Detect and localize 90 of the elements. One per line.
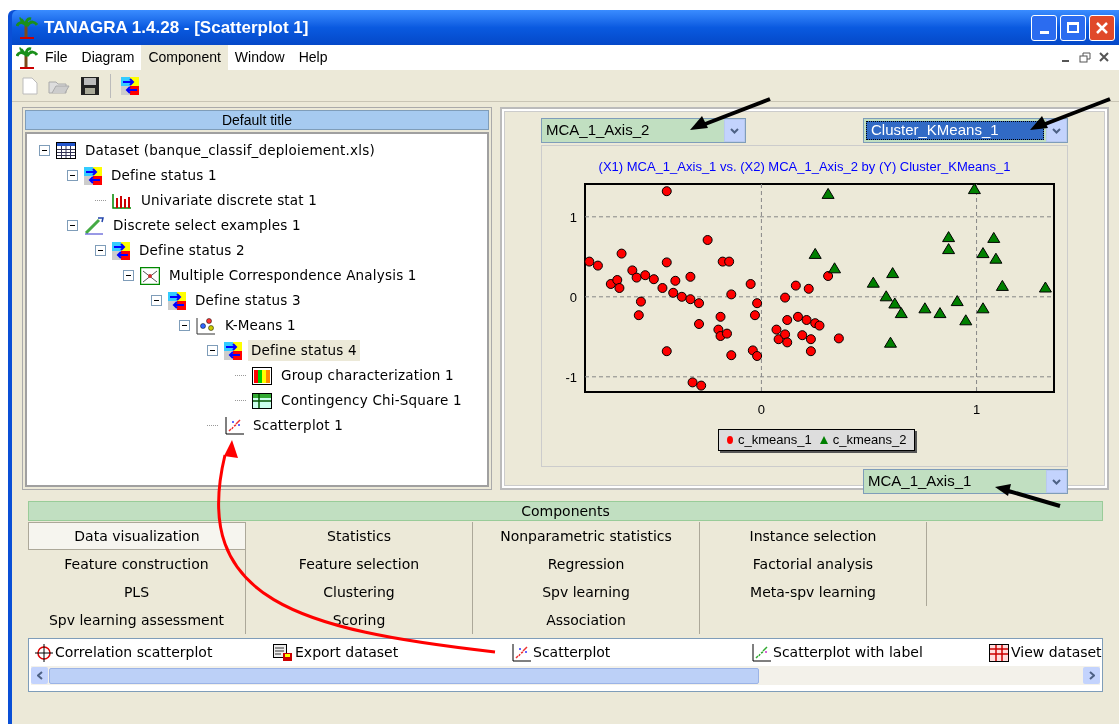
collapse-toggle[interactable] <box>151 295 162 306</box>
tree-item[interactable]: Define status 3 <box>192 290 304 311</box>
menu-item[interactable]: Component <box>141 45 228 70</box>
annotation-arrow <box>995 484 1061 508</box>
category-tab[interactable]: Regression <box>473 550 700 578</box>
horizontal-scrollbar[interactable] <box>31 666 1100 685</box>
arrows-grid-icon <box>168 291 186 310</box>
tree-item[interactable]: Contingency Chi-Square 1 <box>278 390 465 411</box>
menu-item[interactable]: Diagram <box>74 45 142 70</box>
tree-item[interactable]: Multiple Correspondence Analysis 1 <box>166 265 420 286</box>
category-tab[interactable]: Instance selection <box>700 522 927 550</box>
tree-item[interactable]: K-Means 1 <box>222 315 299 336</box>
table-view-icon <box>989 643 1009 662</box>
category-tab[interactable]: Association <box>473 606 700 634</box>
arrows-grid-icon <box>84 166 102 185</box>
collapse-toggle[interactable] <box>67 170 78 181</box>
y-tick-label: 1 <box>569 209 577 225</box>
pen-icon <box>84 216 104 235</box>
save-icon[interactable] <box>80 75 100 96</box>
tool-entry[interactable]: Scatterplot <box>511 642 751 663</box>
scatter-icon <box>751 643 771 662</box>
diagram-title: Default title <box>25 110 489 130</box>
scatter-icon <box>511 643 531 662</box>
window-title: TANAGRA 1.4.28 - [Scatterplot 1] <box>44 16 309 39</box>
tree-item[interactable]: Define status 1 <box>108 165 220 186</box>
restore-icon[interactable] <box>1079 52 1091 63</box>
collapse-toggle[interactable] <box>207 345 218 356</box>
scatter-icon <box>224 416 244 435</box>
arrows-grid-icon <box>121 76 139 95</box>
category-tab[interactable]: Nonparametric statistics <box>473 522 700 550</box>
collapse-toggle[interactable] <box>123 270 134 281</box>
category-tab[interactable]: Statistics <box>246 522 473 550</box>
palm-tree-icon <box>16 46 38 69</box>
category-tab[interactable]: Meta-spv learning <box>700 578 927 606</box>
close-button[interactable] <box>1089 14 1115 41</box>
export-icon <box>273 643 293 662</box>
tool-entry[interactable]: View dataset <box>989 642 1102 663</box>
collapse-toggle[interactable] <box>179 320 190 331</box>
y-tick-label: -1 <box>565 369 577 385</box>
category-tab[interactable]: Feature construction <box>28 550 246 578</box>
tool-entry[interactable]: Correlation scatterplot <box>35 642 273 663</box>
minimize-button[interactable] <box>1031 14 1057 41</box>
collapse-toggle[interactable] <box>95 245 106 256</box>
x-tick-label: 1 <box>972 402 981 417</box>
menu-item[interactable]: Window <box>227 45 292 70</box>
x-tick-label: 0 <box>757 402 766 417</box>
components-header: Components <box>28 501 1103 521</box>
category-tab[interactable]: Scoring <box>246 606 473 634</box>
tree-item[interactable]: Dataset (banque_classif_deploiement.xls) <box>82 140 378 161</box>
arrows-grid-icon <box>224 341 242 360</box>
category-tab[interactable]: Data visualization <box>28 522 246 550</box>
tree-item[interactable]: Discrete select examples 1 <box>110 215 304 236</box>
tree-item[interactable]: Univariate discrete stat 1 <box>138 190 321 211</box>
tree-item[interactable]: Group characterization 1 <box>278 365 457 386</box>
tool-entry[interactable]: Export dataset <box>273 642 511 663</box>
clusters-icon <box>196 316 216 335</box>
bar-chart-icon <box>112 192 132 209</box>
y-tick-label: 0 <box>569 289 577 305</box>
menu-item[interactable]: File <box>38 45 75 70</box>
scroll-thumb[interactable] <box>49 667 759 684</box>
chart-title: (X1) MCA_1_Axis_1 vs. (X2) MCA_1_Axis_2 by (Y) Cluster_KMeans_1 <box>598 159 1011 174</box>
category-tab[interactable]: Factorial analysis <box>700 550 927 578</box>
maximize-button[interactable] <box>1060 14 1086 41</box>
legend-label: c_kmeans_1 <box>738 431 812 450</box>
collapse-toggle[interactable] <box>67 220 78 231</box>
arrows-grid-icon <box>112 241 130 260</box>
close-icon[interactable] <box>1099 52 1109 62</box>
color-bars-icon <box>252 366 272 385</box>
tree-item[interactable]: Scatterplot 1 <box>250 415 347 436</box>
tool-entry[interactable]: Scatterplot with label <box>751 642 989 663</box>
category-tab[interactable]: Spv learning assessment <box>28 606 246 634</box>
scroll-right-icon[interactable] <box>1083 667 1100 684</box>
tree-item[interactable]: Define status 4 <box>248 340 360 361</box>
category-tab[interactable]: PLS <box>28 578 246 606</box>
palm-tree-icon <box>16 16 38 39</box>
category-tab[interactable]: Spv learning <box>473 578 700 606</box>
dropdown[interactable]: Cluster_KMeans_1 <box>863 118 1068 143</box>
category-tab[interactable]: Feature selection <box>246 550 473 578</box>
grid-table-icon <box>252 392 272 409</box>
chart-frame-icon <box>140 266 160 285</box>
collapse-toggle[interactable] <box>39 145 50 156</box>
crosshair-icon <box>35 643 53 662</box>
dropdown[interactable]: MCA_1_Axis_2 <box>541 118 746 143</box>
category-tab[interactable]: Clustering <box>246 578 473 606</box>
menu-item[interactable]: Help <box>291 45 335 70</box>
tree-item[interactable]: Define status 2 <box>136 240 248 261</box>
legend-label: c_kmeans_2 <box>832 431 907 450</box>
table-icon <box>56 142 76 159</box>
dropdown[interactable]: MCA_1_Axis_1 <box>863 469 1068 494</box>
scroll-left-icon[interactable] <box>31 667 48 684</box>
